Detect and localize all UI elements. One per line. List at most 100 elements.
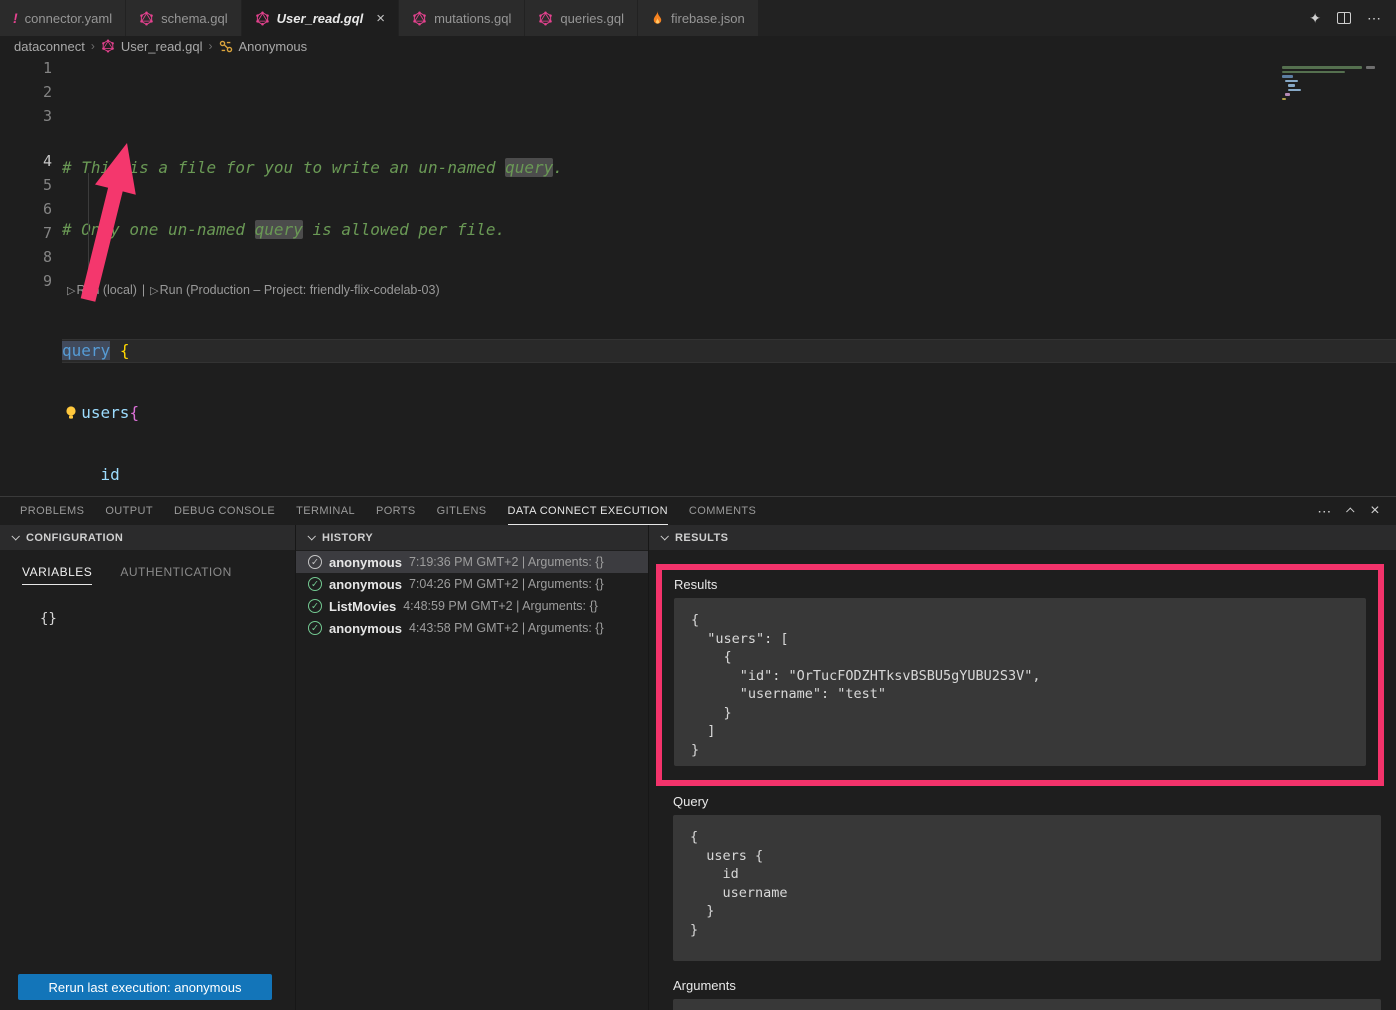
history-item-name: anonymous — [329, 555, 402, 570]
code-line-6: id — [62, 463, 1396, 487]
panel-tab-comments[interactable]: COMMENTS — [689, 497, 756, 525]
panel-actions: ⋯ × — [1317, 503, 1396, 520]
close-tab-icon[interactable]: × — [376, 11, 385, 26]
tab-mutations-gql[interactable]: mutations.gql — [399, 0, 525, 36]
copilot-sparkle-icon[interactable]: ✦ — [1309, 10, 1321, 27]
tab-queries-gql[interactable]: queries.gql — [525, 0, 638, 36]
results-json-output[interactable]: { "users": [ { "id": "OrTucFODZHTksvBSBU… — [674, 598, 1366, 766]
history-item[interactable]: ✓ ListMovies 4:48:59 PM GMT+2 | Argument… — [296, 595, 648, 617]
code-line-5: users{ — [62, 401, 1396, 425]
breadcrumb-item-symbol[interactable]: Anonymous — [239, 39, 308, 54]
history-item[interactable]: ✓ anonymous 7:04:26 PM GMT+2 | Arguments… — [296, 573, 648, 595]
breadcrumb-separator: › — [209, 39, 213, 53]
maximize-panel-icon[interactable] — [1346, 507, 1354, 515]
history-section: HISTORY ✓ anonymous 7:19:36 PM GMT+2 | A… — [295, 525, 648, 1010]
tab-label: mutations.gql — [434, 11, 511, 26]
panel-tab-terminal[interactable]: TERMINAL — [296, 497, 355, 525]
history-item-meta: 7:04:26 PM GMT+2 | Arguments: {} — [409, 577, 604, 591]
query-keyword: query — [62, 341, 110, 360]
open-brace: { — [120, 341, 130, 360]
history-item[interactable]: ✓ anonymous 7:19:36 PM GMT+2 | Arguments… — [296, 551, 648, 573]
panel-tab-problems[interactable]: PROBLEMS — [20, 497, 84, 525]
more-actions-icon[interactable]: ⋯ — [1367, 10, 1382, 27]
graphql-icon — [101, 39, 115, 53]
chevron-down-icon — [11, 532, 19, 540]
editor-actions: ✦ ⋯ — [1309, 0, 1396, 36]
graphql-icon — [538, 11, 553, 26]
graphql-icon — [139, 11, 154, 26]
comment-text: . — [553, 158, 563, 177]
rerun-last-execution-button[interactable]: Rerun last execution: anonymous — [18, 974, 272, 1000]
line-number: 7 — [0, 221, 62, 245]
graphql-icon — [255, 11, 270, 26]
history-header[interactable]: HISTORY — [296, 525, 648, 551]
graphql-icon — [412, 11, 427, 26]
panel-tab-output[interactable]: OUTPUT — [105, 497, 153, 525]
arguments-text[interactable]: {} — [673, 999, 1381, 1010]
chevron-down-icon — [660, 532, 668, 540]
query-label: Query — [673, 794, 1381, 809]
results-label: Results — [674, 577, 1366, 592]
history-item-meta: 4:43:58 PM GMT+2 | Arguments: {} — [409, 621, 604, 635]
variables-value[interactable]: {} — [40, 611, 295, 627]
chevron-down-icon — [307, 532, 315, 540]
open-brace: { — [129, 403, 139, 422]
tab-user-read-gql[interactable]: User_read.gql × — [242, 0, 399, 36]
tab-schema-gql[interactable]: schema.gql — [126, 0, 241, 36]
run-local-link[interactable]: ▷Run (local) — [67, 280, 137, 302]
tab-label: connector.yaml — [25, 11, 112, 26]
code-line-1 — [62, 94, 1396, 118]
check-circle-icon: ✓ — [308, 555, 322, 569]
configuration-section: CONFIGURATION VARIABLES AUTHENTICATION {… — [0, 525, 295, 1010]
configuration-header[interactable]: CONFIGURATION — [0, 525, 295, 551]
tab-authentication[interactable]: AUTHENTICATION — [120, 565, 231, 585]
tab-label: User_read.gql — [277, 11, 364, 26]
line-number: 2 — [0, 80, 62, 104]
tab-connector-yaml[interactable]: ! connector.yaml — [0, 0, 126, 36]
lightbulb-icon[interactable] — [65, 406, 77, 420]
arguments-label: Arguments — [673, 978, 1381, 993]
run-production-link[interactable]: ▷Run (Production – Project: friendly-fli… — [150, 280, 439, 302]
panel-tab-debug-console[interactable]: DEBUG CONSOLE — [174, 497, 275, 525]
results-highlight-annotation: Results { "users": [ { "id": "OrTucFODZH… — [656, 564, 1384, 786]
panel-tab-gitlens[interactable]: GITLENS — [437, 497, 487, 525]
arguments-block: Arguments {} — [673, 978, 1381, 1010]
bottom-panel: PROBLEMS OUTPUT DEBUG CONSOLE TERMINAL P… — [0, 496, 1396, 1010]
history-item-name: anonymous — [329, 577, 402, 592]
query-block: Query { users { id username } } — [673, 794, 1381, 961]
codelens-row: ▷Run (local) | ▷Run (Production – Projec… — [62, 280, 1396, 301]
tab-variables[interactable]: VARIABLES — [22, 565, 92, 585]
tab-label: firebase.json — [671, 11, 745, 26]
close-panel-icon[interactable]: × — [1370, 503, 1380, 519]
minimap[interactable] — [1282, 61, 1388, 121]
comment-text: # This is a file for you to write an un-… — [62, 158, 505, 177]
comment-text: # Only one un-named — [62, 220, 255, 239]
history-item-name: anonymous — [329, 621, 402, 636]
codelens-separator: | — [142, 280, 145, 301]
breadcrumb-item-folder[interactable]: dataconnect — [14, 39, 85, 54]
tab-firebase-json[interactable]: firebase.json — [638, 0, 759, 36]
users-field: users — [81, 403, 129, 422]
history-item-name: ListMovies — [329, 599, 396, 614]
history-item-meta: 7:19:36 PM GMT+2 | Arguments: {} — [409, 555, 604, 569]
indent-guide — [88, 173, 89, 269]
breadcrumb-separator: › — [91, 39, 95, 53]
line-number: 8 — [0, 245, 62, 269]
query-text[interactable]: { users { id username } } — [673, 815, 1381, 961]
breadcrumb-item-file[interactable]: User_read.gql — [121, 39, 203, 54]
check-circle-icon: ✓ — [308, 621, 322, 635]
panel-more-actions-icon[interactable]: ⋯ — [1317, 503, 1332, 520]
code-editor[interactable]: 1 2 3 4 5 6 7 8 9 # This is a file for y… — [0, 56, 1396, 496]
yaml-warning-icon: ! — [13, 10, 18, 26]
code-line-2: # This is a file for you to write an un-… — [62, 156, 1396, 180]
check-circle-icon: ✓ — [308, 577, 322, 591]
flame-icon — [651, 11, 664, 26]
history-item[interactable]: ✓ anonymous 4:43:58 PM GMT+2 | Arguments… — [296, 617, 648, 639]
panel-tab-data-connect-execution[interactable]: DATA CONNECT EXECUTION — [508, 497, 668, 525]
line-number: 3 — [0, 104, 62, 128]
results-section: RESULTS Results { "users": [ { "id": "Or… — [648, 525, 1396, 1010]
split-editor-icon[interactable] — [1337, 12, 1351, 24]
history-item-meta: 4:48:59 PM GMT+2 | Arguments: {} — [403, 599, 598, 613]
panel-tab-ports[interactable]: PORTS — [376, 497, 416, 525]
results-header[interactable]: RESULTS — [649, 525, 1396, 551]
